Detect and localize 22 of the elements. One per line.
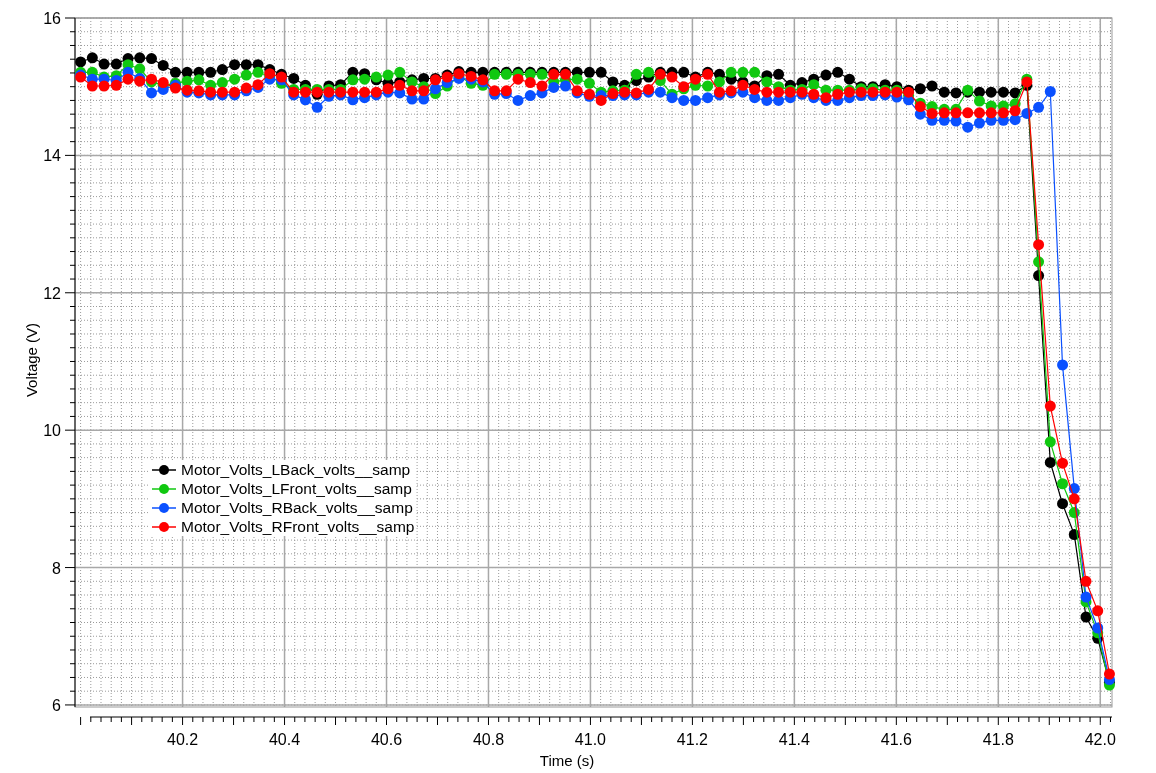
x-tick-label: 40.8 [472,731,505,748]
y-tick-label: 12 [43,284,61,302]
y-tick-label: 14 [43,147,61,165]
legend-label: Motor_Volts_RBack_volts__samp [181,498,413,517]
x-tick-label: 41.4 [778,731,810,748]
y-tick-label: 8 [52,559,61,577]
x-tick-label: 41.8 [982,731,1014,748]
y-axis-title: Voltage (V) [23,322,40,398]
legend-label: Motor_Volts_RFront_volts__samp [181,517,415,536]
x-axis-title: Time (s) [539,752,595,769]
legend-label: Motor_Volts_LFront_volts__samp [181,479,412,498]
x-tick-label: 41.2 [676,731,708,748]
x-tick-label: 40.4 [268,731,301,748]
x-tick-label: 40.2 [167,731,199,748]
legend-label: Motor_Volts_LBack_volts__samp [181,460,411,479]
x-tick-label: 41.6 [880,731,912,748]
y-tick-label: 16 [43,10,61,27]
x-tick-label: 41.0 [574,731,606,748]
y-tick-label: 10 [43,422,61,440]
x-tick-label: 40.6 [370,731,403,748]
x-tick-label: 42.0 [1084,731,1116,748]
y-tick-label: 6 [52,696,61,714]
